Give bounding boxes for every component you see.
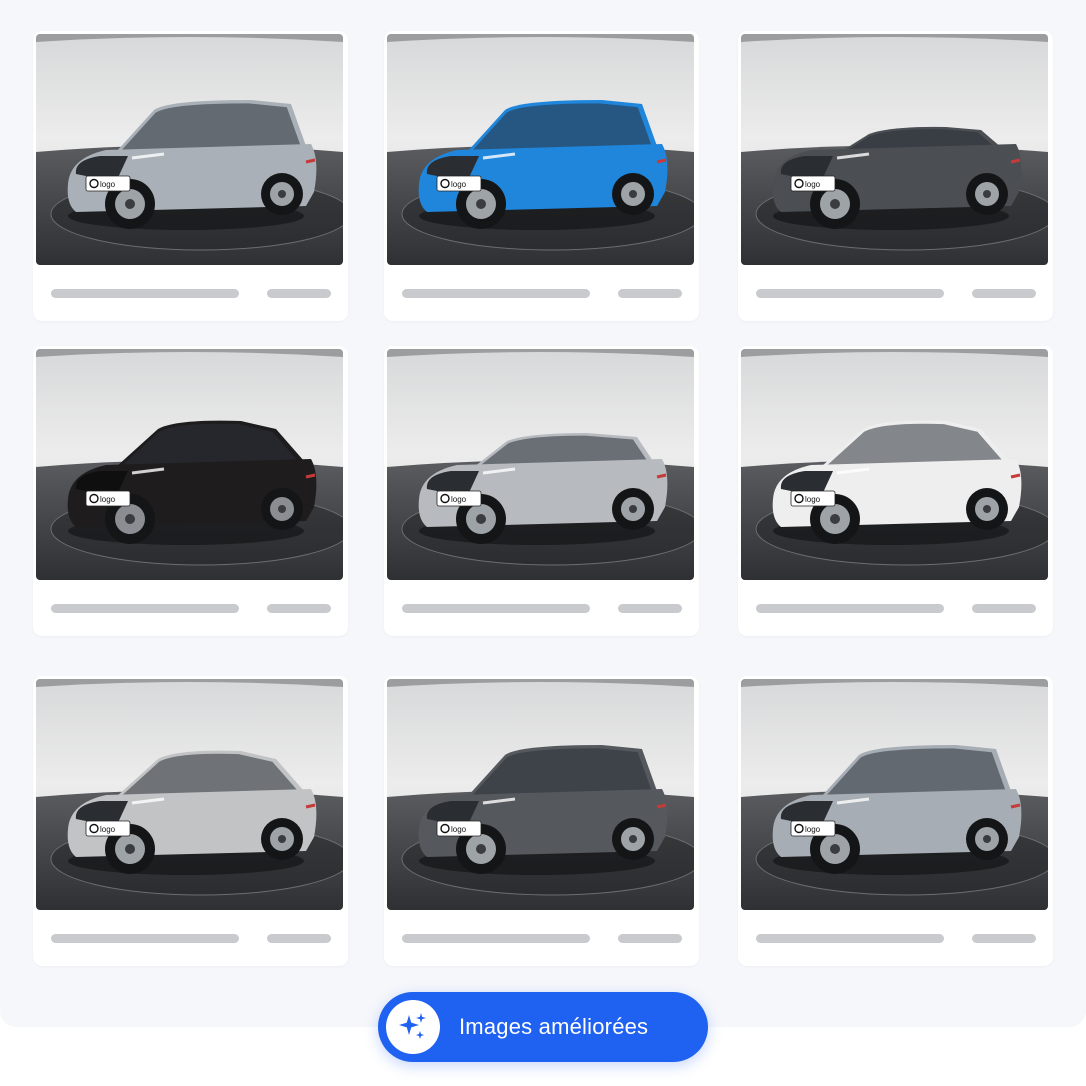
sparkles-icon	[386, 1000, 440, 1054]
title-placeholder	[402, 604, 590, 613]
price-placeholder	[618, 289, 682, 298]
title-placeholder	[756, 934, 944, 943]
car-photo: logo	[36, 679, 343, 910]
price-placeholder	[267, 934, 331, 943]
car-card[interactable]: logo	[33, 346, 348, 636]
car-photo: logo	[741, 349, 1048, 580]
price-placeholder	[972, 289, 1036, 298]
car-photo: logo	[387, 34, 694, 265]
svg-text:logo: logo	[805, 495, 821, 504]
title-placeholder	[51, 934, 239, 943]
car-card[interactable]: logo	[33, 31, 348, 321]
car-card[interactable]: logo	[384, 31, 699, 321]
svg-text:logo: logo	[100, 180, 116, 189]
svg-text:logo: logo	[451, 495, 467, 504]
title-placeholder	[51, 289, 239, 298]
price-placeholder	[972, 604, 1036, 613]
car-photo: logo	[387, 349, 694, 580]
title-placeholder	[51, 604, 239, 613]
price-placeholder	[618, 934, 682, 943]
car-photo: logo	[36, 34, 343, 265]
svg-text:logo: logo	[451, 180, 467, 189]
car-card[interactable]: logo	[738, 346, 1053, 636]
enhanced-images-label: Images améliorées	[459, 1014, 649, 1039]
title-placeholder	[756, 604, 944, 613]
title-placeholder	[402, 934, 590, 943]
svg-text:logo: logo	[451, 825, 467, 834]
price-placeholder	[267, 289, 331, 298]
car-photo: logo	[36, 349, 343, 580]
svg-text:logo: logo	[805, 825, 821, 834]
price-placeholder	[972, 934, 1036, 943]
enhanced-images-button[interactable]: Images améliorées	[378, 992, 708, 1062]
car-photo: logo	[387, 679, 694, 910]
svg-text:logo: logo	[100, 825, 116, 834]
car-photo: logo	[741, 34, 1048, 265]
price-placeholder	[618, 604, 682, 613]
title-placeholder	[402, 289, 590, 298]
car-card[interactable]: logo	[33, 676, 348, 966]
car-card[interactable]: logo	[738, 31, 1053, 321]
price-placeholder	[267, 604, 331, 613]
car-card[interactable]: logo	[738, 676, 1053, 966]
svg-text:logo: logo	[805, 180, 821, 189]
car-card[interactable]: logo	[384, 676, 699, 966]
title-placeholder	[756, 289, 944, 298]
svg-text:logo: logo	[100, 495, 116, 504]
car-photo: logo	[741, 679, 1048, 910]
car-card[interactable]: logo	[384, 346, 699, 636]
